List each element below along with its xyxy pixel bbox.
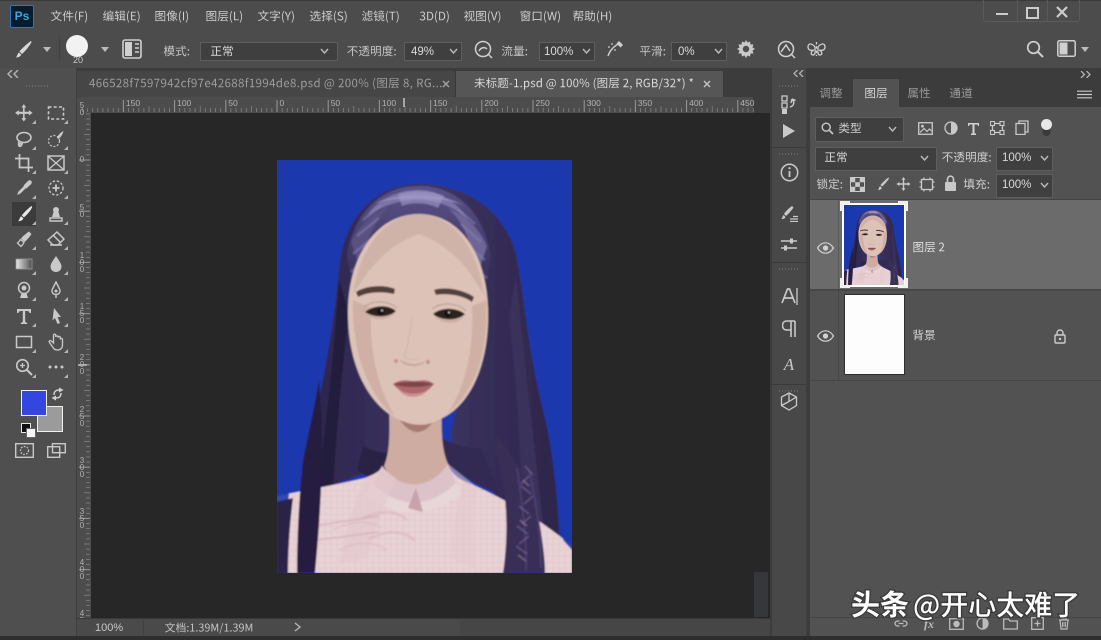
svg-text:A: A [783, 355, 795, 374]
